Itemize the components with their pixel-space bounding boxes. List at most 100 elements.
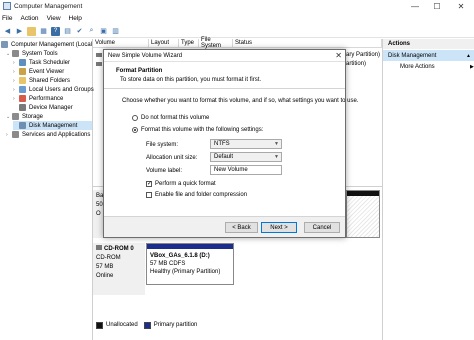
allocation-unit-select[interactable]: Default ▼ <box>210 152 282 162</box>
dialog-heading: Format Partition <box>116 68 163 74</box>
close-button[interactable]: ✕ <box>451 0 471 12</box>
cdrom-0-name: CD-ROM 0 <box>96 245 142 254</box>
folder-icon[interactable] <box>27 26 36 36</box>
folder-open-icon[interactable]: ▣ <box>99 27 108 36</box>
menu-file[interactable]: File <box>2 15 12 22</box>
computer-management-icon <box>3 2 11 10</box>
compression-label[interactable]: Enable file and folder compression <box>155 192 247 198</box>
radio-format-volume[interactable] <box>132 127 138 133</box>
new-simple-volume-wizard: New Simple Volume Wizard ✕ Format Partit… <box>103 49 358 238</box>
legend-unallocated: Unallocated <box>106 322 138 328</box>
action-more-actions[interactable]: More Actions ▶ <box>400 64 474 70</box>
tree-item-label: Performance <box>29 95 64 102</box>
volume-label-input[interactable]: New Volume <box>210 165 282 175</box>
partition-size: 57 MB CDFS <box>150 261 186 267</box>
column-status[interactable]: Status <box>233 39 382 48</box>
services-icon <box>12 131 19 138</box>
performance-icon <box>19 95 26 102</box>
tree-item-label: Storage <box>22 113 44 120</box>
quick-format-checkbox[interactable]: ✓ <box>146 181 152 187</box>
chevron-down-icon: ▼ <box>274 141 279 147</box>
forward-arrow-icon[interactable]: ▶ <box>15 27 24 36</box>
tree-item-services-applications[interactable]: › Services and Applications <box>6 130 90 139</box>
tree-item-label: Event Viewer <box>29 68 65 75</box>
file-system-select[interactable]: NTFS ▼ <box>210 139 282 149</box>
action-disk-management[interactable]: Disk Management ▲ <box>383 50 474 61</box>
column-file-system[interactable]: File System <box>199 37 233 49</box>
window-title: Computer Management <box>14 2 83 10</box>
volume-row[interactable] <box>96 59 102 68</box>
collapse-arrow-icon[interactable]: ▲ <box>466 53 471 59</box>
shared-folder-icon <box>19 77 26 84</box>
tree-item-storage[interactable]: ⌄ Storage <box>6 112 43 121</box>
radio-format-volume-label[interactable]: Format this volume with the following se… <box>141 127 263 133</box>
menu-bar: File Action View Help <box>0 13 474 24</box>
dialog-title: New Simple Volume Wizard <box>108 52 183 59</box>
quick-format-label[interactable]: Perform a quick format <box>155 181 216 187</box>
volume-icon <box>96 61 102 66</box>
tree-item-device-manager[interactable]: Device Manager <box>19 103 73 112</box>
submenu-arrow-icon: ▶ <box>470 64 474 70</box>
menu-action[interactable]: Action <box>20 15 38 22</box>
disk-icon <box>19 122 26 129</box>
column-type[interactable]: Type <box>179 39 199 48</box>
detail-view-icon[interactable]: ▥ <box>111 27 120 36</box>
list-view-icon[interactable]: ▤ <box>63 27 72 36</box>
cdrom-partition[interactable]: VBox_GAs_6.1.8 (D:) 57 MB CDFS Healthy (… <box>146 243 234 285</box>
tree-item-label: Shared Folders <box>29 77 71 84</box>
event-log-icon <box>19 68 26 75</box>
tree-item-computer-management[interactable]: Computer Management (Local <box>1 40 92 49</box>
search-icon[interactable]: ⌕ <box>87 27 96 36</box>
action-label: Disk Management <box>388 52 437 59</box>
help-icon[interactable]: ? <box>51 26 60 36</box>
volume-icon <box>96 52 102 57</box>
column-volume[interactable]: Volume <box>93 39 149 48</box>
radio-do-not-format[interactable] <box>132 115 138 121</box>
tree-item-system-tools[interactable]: ⌄ System Tools <box>6 49 58 58</box>
disk-0-partition[interactable] <box>346 190 380 238</box>
dialog-title-bar: New Simple Volume Wizard ✕ <box>104 50 345 62</box>
tree-item-local-users[interactable]: › Local Users and Groups <box>13 85 94 94</box>
unallocated-swatch <box>96 321 103 329</box>
cd-drive-icon <box>96 245 102 250</box>
action-label: More Actions <box>400 64 435 70</box>
dialog-footer: < Back Next > Cancel <box>104 216 345 237</box>
actions-pane: Actions Disk Management ▲ More Actions ▶ <box>382 39 474 340</box>
cdrom-0-type: CD-ROM <box>96 255 121 261</box>
menu-help[interactable]: Help <box>69 15 82 22</box>
tree-item-label: Disk Management <box>29 122 78 129</box>
next-button[interactable]: Next > <box>261 222 297 233</box>
device-manager-icon <box>19 104 26 111</box>
allocation-unit-label: Allocation unit size: <box>146 155 198 161</box>
compression-checkbox[interactable] <box>146 192 152 198</box>
tree-item-disk-management[interactable]: Disk Management <box>13 121 92 130</box>
radio-do-not-format-label[interactable]: Do not format this volume <box>141 115 209 121</box>
column-layout[interactable]: Layout <box>149 39 179 48</box>
properties-icon[interactable]: ▦ <box>39 27 48 36</box>
tree-item-label: Services and Applications <box>22 131 91 138</box>
volume-row[interactable] <box>96 50 102 59</box>
format-prompt: Choose whether you want to format this v… <box>122 98 359 104</box>
minimize-button[interactable]: — <box>405 0 425 12</box>
tree-item-task-scheduler[interactable]: › Task Scheduler <box>13 58 70 67</box>
tools-icon <box>12 50 19 57</box>
tree-item-shared-folders[interactable]: › Shared Folders <box>13 76 70 85</box>
tree-item-label: Task Scheduler <box>29 59 71 66</box>
menu-view[interactable]: View <box>47 15 61 22</box>
tree-item-event-viewer[interactable]: › Event Viewer <box>13 67 64 76</box>
users-icon <box>19 86 26 93</box>
close-icon[interactable]: ✕ <box>335 51 342 60</box>
tree-item-performance[interactable]: › Performance <box>13 94 63 103</box>
dialog-header: Format Partition To store data on this p… <box>104 63 345 89</box>
storage-icon <box>12 113 19 120</box>
cancel-button[interactable]: Cancel <box>304 222 340 233</box>
cdrom-0-status: Online <box>96 273 114 279</box>
cdrom-0-label[interactable]: CD-ROM 0 CD-ROM 57 MB Online <box>93 243 145 295</box>
back-button[interactable]: < Back <box>225 222 258 233</box>
tree-item-label: Computer Management (Local <box>11 41 93 48</box>
back-arrow-icon[interactable]: ◀ <box>3 27 12 36</box>
maximize-button[interactable]: ☐ <box>427 0 447 12</box>
check-icon[interactable]: ✔ <box>75 27 84 36</box>
title-bar: Computer Management <box>0 0 474 12</box>
chevron-down-icon: ▼ <box>274 154 279 160</box>
